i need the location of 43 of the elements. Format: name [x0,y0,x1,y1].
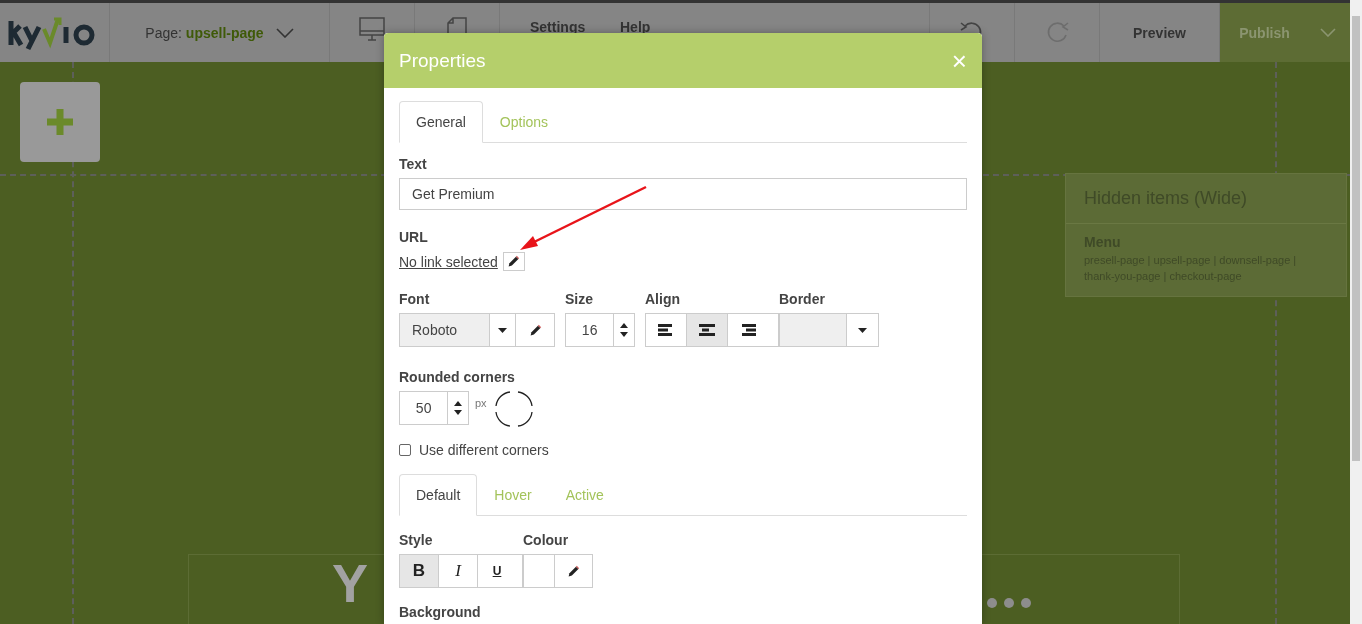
field-label: Size [565,291,594,307]
corner-stepper[interactable]: 50 [399,391,469,425]
caret-icon [858,327,867,333]
checkbox[interactable] [399,444,411,456]
field-label: Align [645,291,681,307]
tab[interactable]: General [399,101,483,143]
spin-up-icon[interactable] [620,323,629,328]
field-label: Style [399,532,434,548]
bold-button[interactable]: B [400,555,439,587]
checkbox-label: Use different corners [419,442,549,458]
field-label: Colour [523,532,570,548]
unit-label: px [475,397,487,409]
align-right-icon [740,323,756,337]
field-label: URL [399,229,429,245]
scrollbar[interactable] [1352,16,1360,461]
spin-down-icon[interactable] [620,332,629,337]
font-select[interactable]: Roboto [399,313,555,347]
headline-text: Y [332,556,369,610]
text-input-field[interactable]: Get Premium [399,178,967,210]
align-left-icon [658,323,674,337]
tab[interactable]: Default [399,474,478,516]
pencil-icon [567,564,580,578]
caret-icon [498,327,507,333]
field-label: Font [399,291,431,307]
field-label: Border [779,291,826,307]
spin-up-icon[interactable] [454,401,463,406]
field-label: Background [399,604,482,620]
field-label: Text [399,156,428,172]
dots-drawing [986,597,1032,609]
spin-down-icon[interactable] [454,410,463,415]
size-stepper[interactable]: 16 [565,313,635,347]
chevron-down-icon[interactable] [275,27,294,38]
plus-icon [45,107,75,137]
dialog-title: Properties [399,49,486,72]
link-selector[interactable]: No link selected [399,253,498,270]
field-label: Rounded corners [399,369,516,385]
pencil-icon [528,323,542,337]
rounded-corners-icon [494,391,533,427]
pencil-icon [507,255,521,268]
align-center-icon [699,323,715,337]
page-selector[interactable]: Page: upsell-page [145,24,264,41]
align-button[interactable] [687,314,728,346]
edit-link-button[interactable] [502,252,525,271]
